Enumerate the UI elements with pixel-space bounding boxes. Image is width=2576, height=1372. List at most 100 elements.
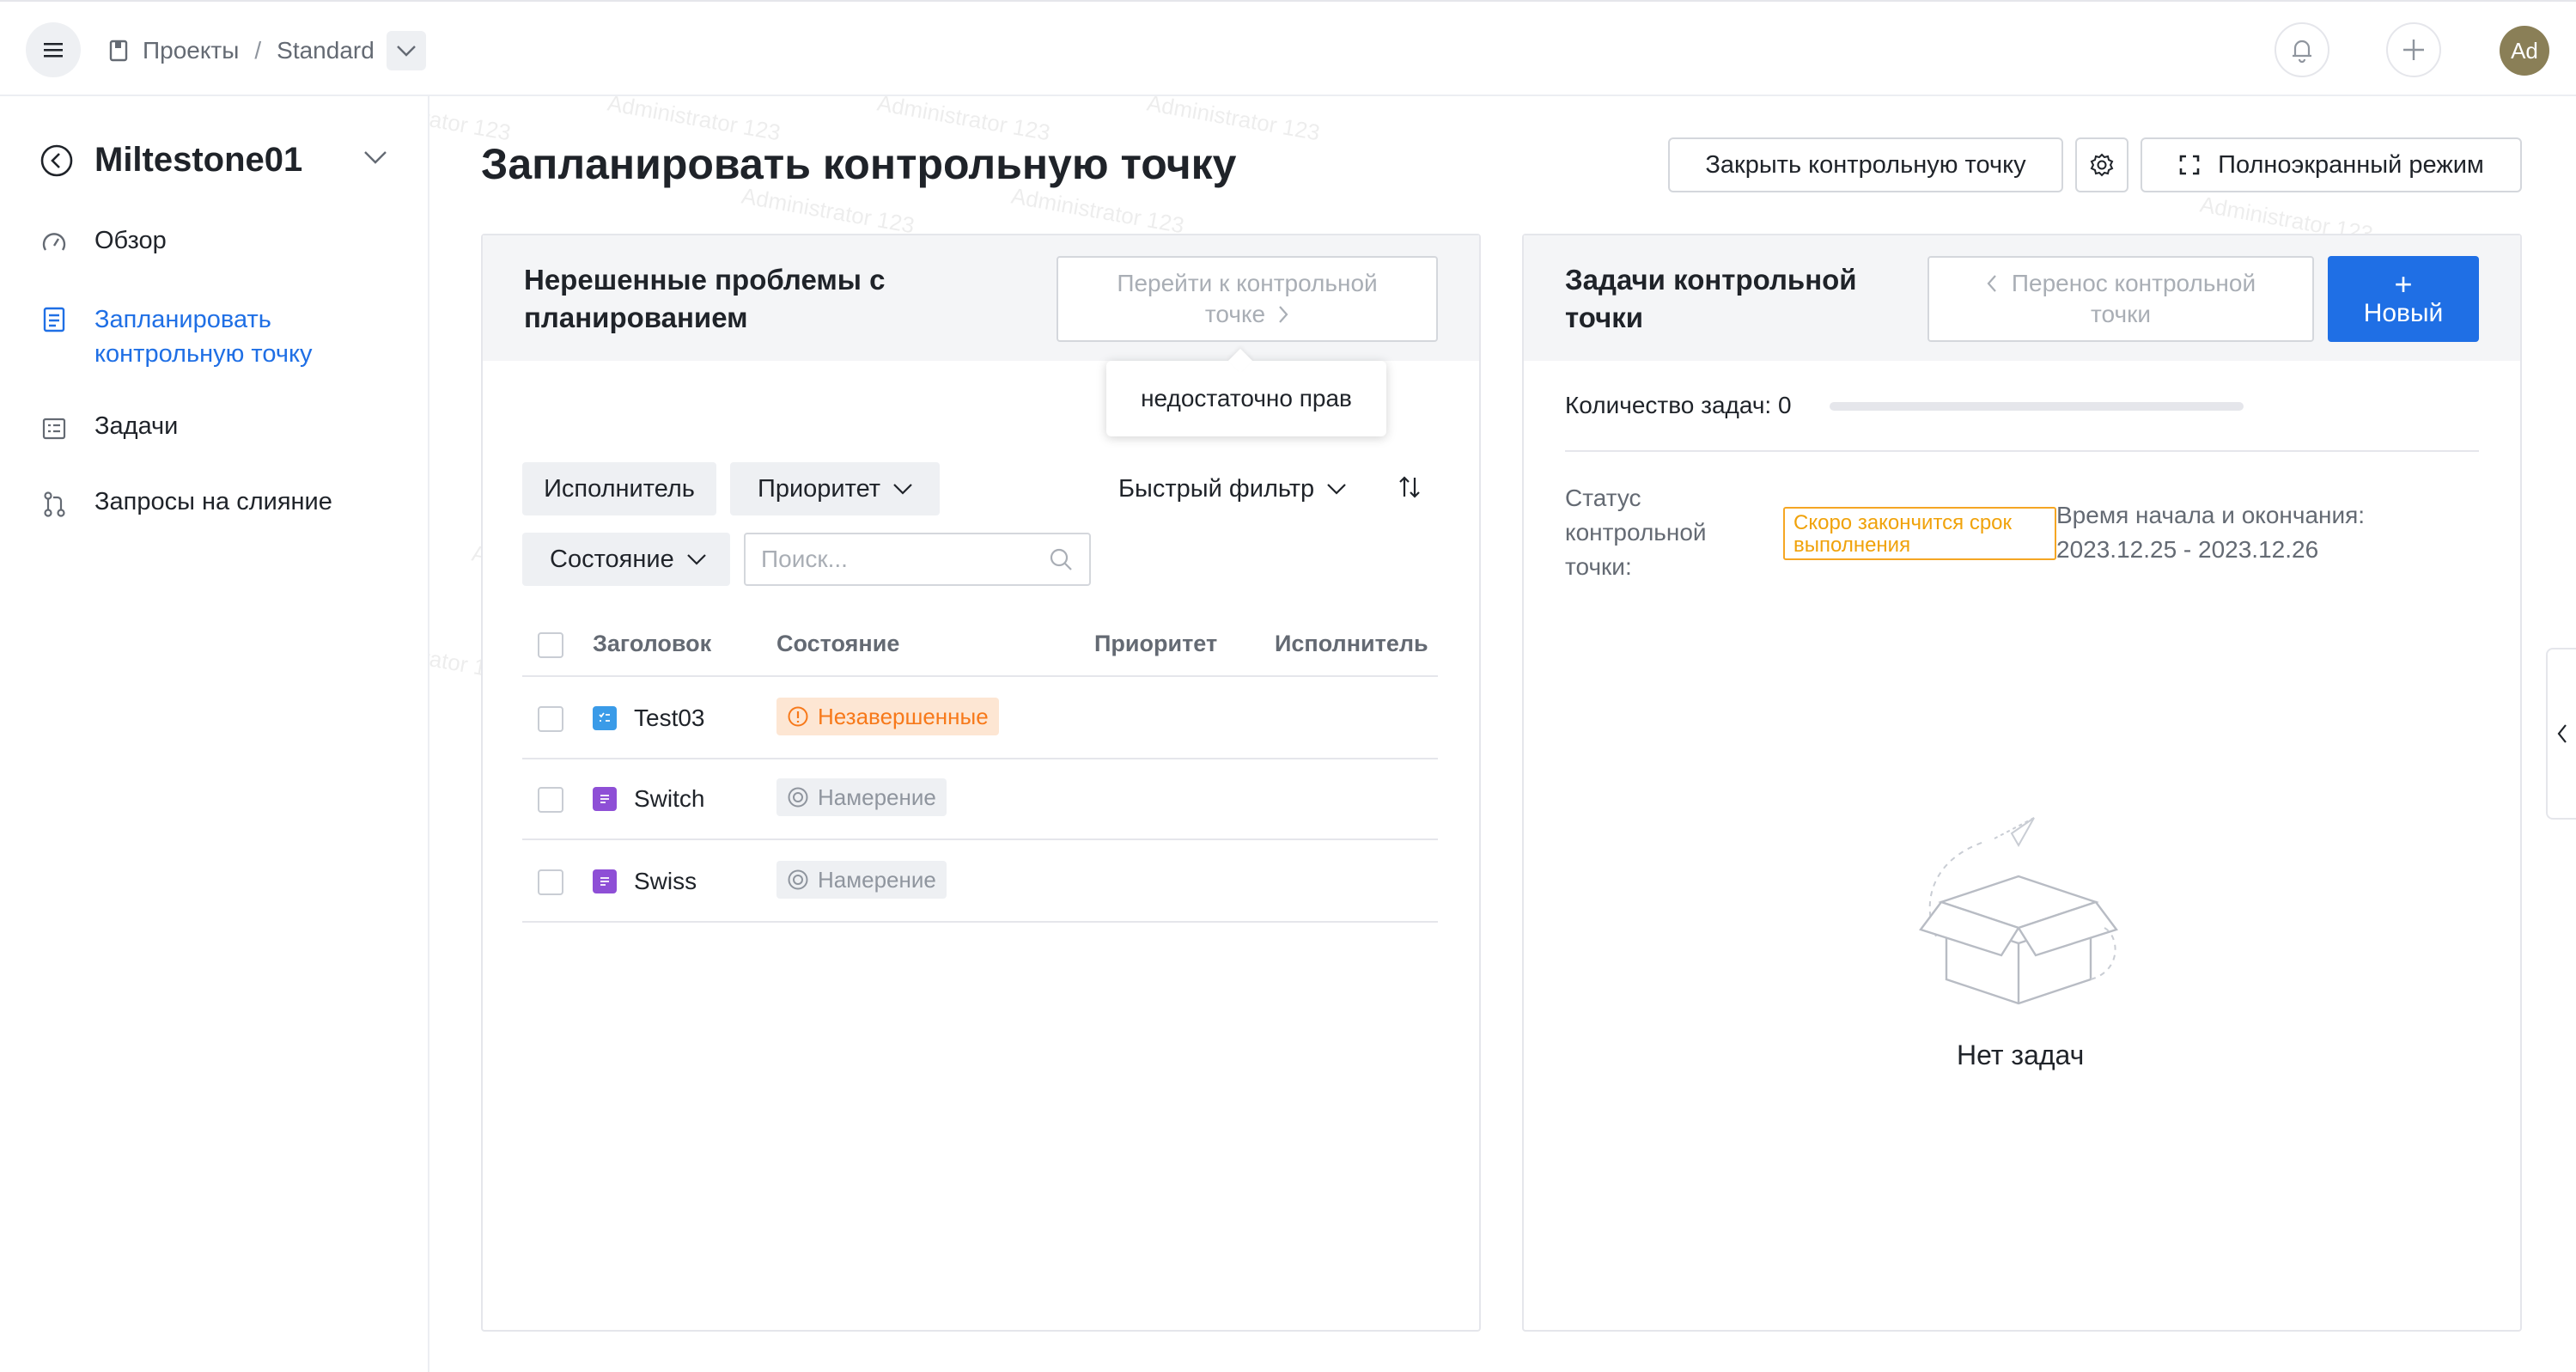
tasks-list-icon — [40, 414, 69, 443]
milestone-time-range: Время начала и окончания: 2023.12.25 - 2… — [2056, 498, 2365, 567]
table-divider — [522, 921, 1438, 923]
panel-title-line: Нерешенные проблемы с — [524, 264, 886, 296]
row-title[interactable]: Test03 — [634, 704, 705, 732]
status-badge-line: Скоро закончится срок — [1793, 511, 2013, 534]
breadcrumb-projects-link[interactable]: Проекты — [143, 37, 239, 64]
column-header-priority[interactable]: Приоритет — [1094, 631, 1217, 657]
milestone-selector[interactable]: Miltestone01 — [40, 141, 387, 180]
fullscreen-button[interactable]: Полноэкранный режим — [2141, 137, 2522, 192]
menu-button[interactable] — [26, 22, 81, 77]
project-book-icon — [108, 40, 129, 62]
task-count: Количество задач: 0 — [1565, 392, 1792, 418]
breadcrumb: Проекты / Standard — [108, 29, 426, 72]
watermark: Administrator 123 — [606, 89, 783, 146]
new-task-button[interactable]: + Новый — [2328, 256, 2479, 342]
milestone-tasks-title: Задачи контрольной точки — [1565, 261, 1857, 337]
user-avatar[interactable]: Ad — [2500, 26, 2549, 76]
state-filter-label: Состояние — [550, 545, 674, 573]
status-label-line: Статус — [1565, 485, 1641, 511]
quick-filter-label: Быстрый фильтр — [1118, 474, 1315, 503]
time-range-value: 2023.12.25 - 2023.12.26 — [2056, 536, 2319, 563]
column-header-title[interactable]: Заголовок — [593, 631, 711, 657]
sort-button[interactable] — [1397, 474, 1422, 504]
notifications-button[interactable] — [2275, 22, 2329, 77]
row-checkbox[interactable] — [538, 869, 563, 895]
row-checkbox[interactable] — [538, 787, 563, 813]
row-checkbox[interactable] — [538, 706, 563, 732]
close-milestone-button[interactable]: Закрыть контрольную точку — [1668, 137, 2063, 192]
sidebar-item-overview[interactable]: Обзор — [40, 227, 167, 258]
column-header-assignee[interactable]: Исполнитель — [1275, 631, 1428, 657]
chevron-down-icon — [686, 553, 707, 565]
transfer-milestone-button[interactable]: Перенос контрольной точки — [1927, 256, 2314, 342]
assignee-filter-button[interactable]: Исполнитель — [522, 462, 716, 515]
status-label-line: точки: — [1565, 553, 1632, 580]
plus-icon: + — [2394, 266, 2413, 302]
sidebar-item-plan-milestone[interactable]: Запланировать контрольную точку — [40, 302, 312, 371]
hamburger-icon — [44, 43, 63, 58]
settings-button[interactable] — [2075, 137, 2128, 192]
row-title[interactable]: Swiss — [634, 868, 697, 895]
status-text: Намерение — [818, 866, 936, 893]
sidebar-item-label: Задачи — [94, 412, 179, 440]
collapse-panel-button[interactable] — [2546, 648, 2576, 820]
breadcrumb-separator: / — [254, 37, 262, 64]
task-progress-bar — [1830, 402, 2244, 411]
panel-title-line: точки — [1565, 302, 1644, 333]
bell-icon — [2293, 40, 2311, 63]
watermark: Administrator 123 — [875, 89, 1052, 146]
plan-clipboard-icon — [40, 304, 69, 333]
search-input[interactable] — [761, 543, 1036, 576]
panel-title-line: Задачи контрольной — [1565, 264, 1857, 296]
goto-milestone-button[interactable]: Перейти к контрольной точке — [1057, 256, 1438, 342]
transfer-label-line1: Перенос контрольной — [2011, 270, 2256, 296]
back-circle-icon[interactable] — [40, 143, 74, 178]
select-all-checkbox[interactable] — [538, 632, 563, 658]
table-divider — [522, 675, 1438, 677]
target-circle-icon — [787, 869, 809, 891]
chevron-down-icon — [892, 483, 913, 495]
target-circle-icon — [787, 786, 809, 808]
status-badge: Незавершенные — [776, 698, 999, 735]
table-divider — [522, 838, 1438, 840]
chevron-down-icon[interactable] — [362, 149, 388, 165]
sidebar-item-label: Обзор — [94, 227, 167, 254]
watermark: Administrator 123 — [1009, 182, 1186, 239]
priority-filter-dropdown[interactable]: Приоритет — [730, 462, 940, 515]
breadcrumb-current-project[interactable]: Standard — [277, 37, 375, 64]
sidebar-item-label: Запросы на слияние — [94, 488, 332, 515]
new-task-label: Новый — [2363, 299, 2444, 327]
task-type-icon — [593, 706, 617, 730]
search-box — [744, 533, 1091, 586]
empty-state-text: Нет задач — [1957, 1040, 2085, 1070]
create-button[interactable] — [2386, 22, 2441, 77]
column-header-state[interactable]: Состояние — [776, 631, 899, 657]
time-range-label: Время начала и окончания: — [2056, 502, 2366, 528]
sort-arrows-icon — [1399, 476, 1420, 498]
state-filter-dropdown[interactable]: Состояние — [522, 533, 730, 586]
top-bar: Проекты / Standard Ad — [0, 0, 2576, 96]
quick-filter-dropdown[interactable]: Быстрый фильтр — [1108, 462, 1357, 515]
status-text: Незавершенные — [818, 703, 989, 729]
sidebar-item-merge-requests[interactable]: Запросы на слияние — [40, 488, 332, 519]
plus-icon — [2403, 40, 2424, 60]
watermark: Administrator 123 — [1145, 89, 1322, 146]
chevron-down-icon — [1326, 483, 1347, 495]
chevron-left-icon — [1987, 275, 1996, 292]
status-label-line: контрольной — [1565, 519, 1707, 546]
project-switch-dropdown[interactable] — [386, 31, 426, 70]
section-divider — [1565, 450, 2479, 452]
permission-tooltip: недостаточно прав — [1106, 361, 1386, 436]
search-icon[interactable] — [1048, 546, 1074, 576]
fullscreen-icon — [2179, 155, 2200, 175]
row-title[interactable]: Switch — [634, 785, 704, 813]
assignee-filter-label: Исполнитель — [544, 474, 695, 503]
priority-filter-label: Приоритет — [758, 474, 881, 503]
sidebar-item-label: контрольную точку — [94, 340, 313, 368]
sidebar-item-tasks[interactable]: Задачи — [40, 412, 178, 443]
status-badge-line: выполнения — [1793, 534, 1911, 557]
transfer-label-line2: точки — [2091, 301, 2151, 327]
table-divider — [522, 758, 1438, 759]
alert-circle-icon — [787, 705, 809, 728]
gear-icon — [2090, 153, 2114, 177]
